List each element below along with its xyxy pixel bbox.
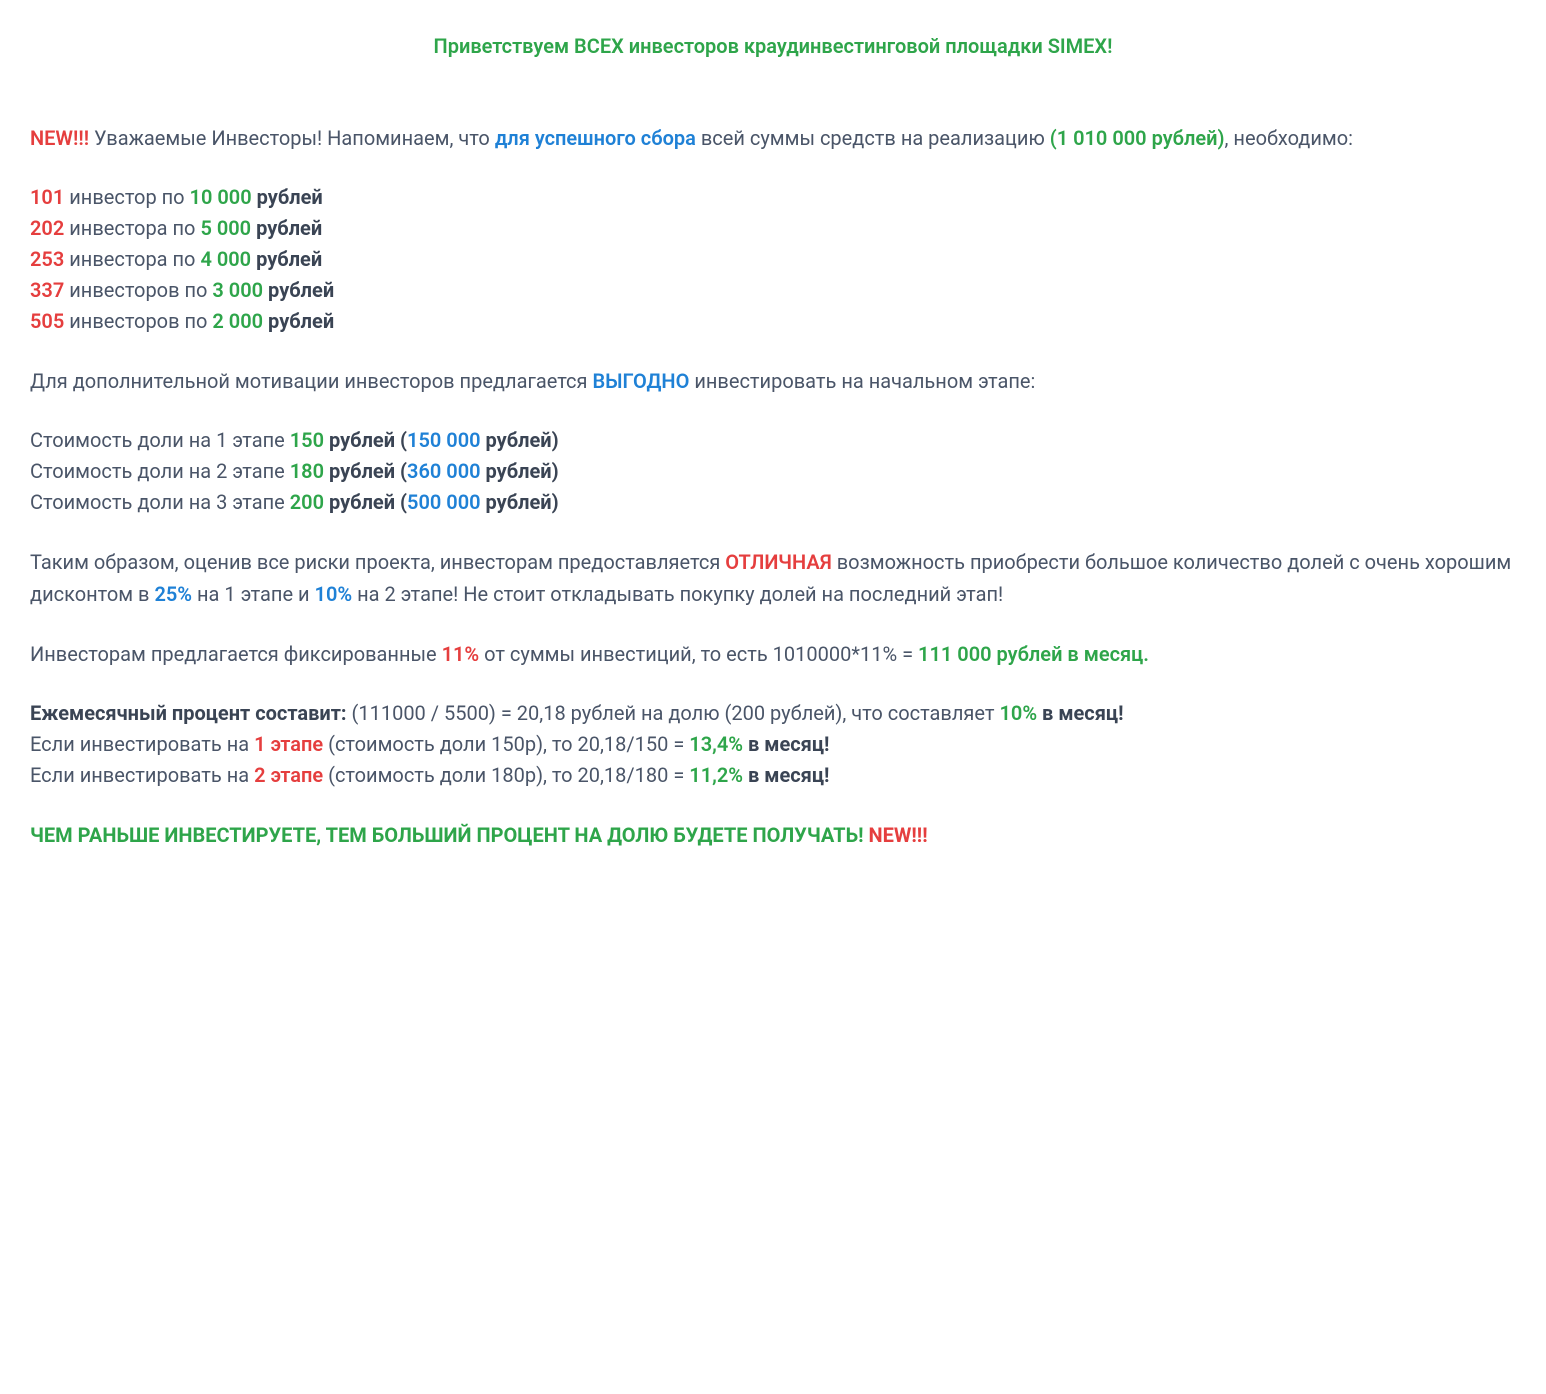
investor-word: инвестор по bbox=[64, 185, 189, 209]
investor-count: 101 bbox=[30, 185, 64, 209]
if2-pct: 11,2% bbox=[689, 763, 743, 787]
stage-row: Стоимость доли на 1 этапе 150 рублей (15… bbox=[30, 425, 1516, 456]
if2-text-2: (стоимость доли 180р), то 20,18/180 = bbox=[323, 763, 689, 787]
investor-amount: 10 000 bbox=[190, 185, 252, 209]
risk-paragraph: Таким образом, оценив все риски проекта,… bbox=[30, 546, 1516, 610]
closing-paragraph: ЧЕМ РАНЬШЕ ИНВЕСТИРУЕТЕ, ТЕМ БОЛЬШИЙ ПРО… bbox=[30, 819, 1516, 851]
risk-pct-2: 10% bbox=[315, 582, 353, 606]
investor-word: инвестора по bbox=[64, 216, 200, 240]
monthly-text-2: в месяц! bbox=[1037, 701, 1123, 725]
stage-cost: 200 bbox=[290, 490, 324, 514]
investor-row: 101 инвестор по 10 000 рублей bbox=[30, 182, 1516, 213]
investor-amount: 2 000 bbox=[212, 309, 263, 333]
stage-row: Стоимость доли на 3 этапе 200 рублей (50… bbox=[30, 487, 1516, 518]
stage-row: Стоимость доли на 2 этапе 180 рублей (36… bbox=[30, 456, 1516, 487]
intro-text-2: всей суммы средств на реализацию bbox=[696, 126, 1050, 150]
calc-block: Ежемесячный процент составит: (111000 / … bbox=[30, 698, 1516, 791]
investor-word: инвесторов по bbox=[64, 278, 212, 302]
if1-stage: 1 этапе bbox=[254, 732, 323, 756]
stage-post: рублей) bbox=[481, 490, 559, 514]
investor-unit: рублей bbox=[251, 247, 322, 271]
investor-row: 337 инвесторов по 3 000 рублей bbox=[30, 275, 1516, 306]
if1-text-3: в месяц! bbox=[743, 732, 829, 756]
risk-text-1: Таким образом, оценив все риски проекта,… bbox=[30, 550, 725, 574]
intro-amount: (1 010 000 рублей) bbox=[1050, 126, 1225, 150]
closing-green: ЧЕМ РАНЬШЕ ИНВЕСТИРУЕТЕ, ТЕМ БОЛЬШИЙ ПРО… bbox=[30, 823, 864, 847]
stage-post: рублей) bbox=[481, 428, 559, 452]
fixed-text-1: Инвесторам предлагается фиксированные bbox=[30, 642, 442, 666]
risk-highlight: ОТЛИЧНАЯ bbox=[725, 550, 832, 574]
new-badge: NEW!!! bbox=[30, 126, 89, 150]
fixed-text-2: от суммы инвестиций, то есть 1010000*11%… bbox=[479, 642, 918, 666]
investor-unit: рублей bbox=[251, 216, 322, 240]
investor-word: инвесторов по bbox=[64, 309, 212, 333]
motivation-highlight: ВЫГОДНО bbox=[592, 369, 689, 393]
fixed-result: 111 000 рублей в месяц. bbox=[918, 642, 1149, 666]
stage-total: 360 000 bbox=[407, 459, 481, 483]
risk-pct-1: 25% bbox=[154, 582, 192, 606]
stage-mid: рублей ( bbox=[324, 459, 407, 483]
closing-new: NEW!!! bbox=[864, 823, 928, 847]
stage-cost: 150 bbox=[290, 428, 324, 452]
investor-amount: 4 000 bbox=[200, 247, 251, 271]
investor-amount: 3 000 bbox=[212, 278, 263, 302]
monthly-label: Ежемесячный процент составит: bbox=[30, 701, 347, 725]
if2-text-3: в месяц! bbox=[743, 763, 829, 787]
stage-total: 500 000 bbox=[407, 490, 481, 514]
risk-text-4: на 2 этапе! Не стоит откладывать покупку… bbox=[352, 582, 1003, 606]
intro-blue: для успешного сбора bbox=[495, 126, 696, 150]
motivation-paragraph: Для дополнительной мотивации инвесторов … bbox=[30, 365, 1516, 397]
stage-post: рублей) bbox=[481, 459, 559, 483]
stage-total: 150 000 bbox=[407, 428, 481, 452]
stage-pre: Стоимость доли на 3 этапе bbox=[30, 490, 290, 514]
motivation-text-2: инвестировать на начальном этапе: bbox=[689, 369, 1035, 393]
monthly-pct: 10% bbox=[999, 701, 1037, 725]
monthly-text-1: (111000 / 5500) = 20,18 рублей на долю (… bbox=[347, 701, 1000, 725]
fixed-pct: 11% bbox=[442, 642, 480, 666]
fixed-paragraph: Инвесторам предлагается фиксированные 11… bbox=[30, 638, 1516, 670]
stage-list: Стоимость доли на 1 этапе 150 рублей (15… bbox=[30, 425, 1516, 518]
investor-list: 101 инвестор по 10 000 рублей 202 инвест… bbox=[30, 182, 1516, 337]
if2-text-1: Если инвестировать на bbox=[30, 763, 254, 787]
investor-count: 253 bbox=[30, 247, 64, 271]
stage-mid: рублей ( bbox=[324, 428, 407, 452]
if1-text-2: (стоимость доли 150р), то 20,18/150 = bbox=[323, 732, 689, 756]
investor-row: 505 инвесторов по 2 000 рублей bbox=[30, 306, 1516, 337]
stage-mid: рублей ( bbox=[324, 490, 407, 514]
investor-unit: рублей bbox=[263, 309, 334, 333]
monthly-line: Ежемесячный процент составит: (111000 / … bbox=[30, 698, 1516, 729]
intro-text-1: Уважаемые Инвесторы! Напоминаем, что bbox=[89, 126, 495, 150]
investor-count: 505 bbox=[30, 309, 64, 333]
if-line-2: Если инвестировать на 2 этапе (стоимость… bbox=[30, 760, 1516, 791]
intro-text-3: , необходимо: bbox=[1225, 126, 1353, 150]
investor-amount: 5 000 bbox=[200, 216, 251, 240]
if2-stage: 2 этапе bbox=[254, 763, 323, 787]
motivation-text-1: Для дополнительной мотивации инвесторов … bbox=[30, 369, 592, 393]
investor-row: 202 инвестора по 5 000 рублей bbox=[30, 213, 1516, 244]
stage-pre: Стоимость доли на 1 этапе bbox=[30, 428, 290, 452]
risk-text-3: на 1 этапе и bbox=[192, 582, 314, 606]
investor-row: 253 инвестора по 4 000 рублей bbox=[30, 244, 1516, 275]
investor-unit: рублей bbox=[252, 185, 323, 209]
investor-count: 202 bbox=[30, 216, 64, 240]
if1-pct: 13,4% bbox=[689, 732, 743, 756]
investor-unit: рублей bbox=[263, 278, 334, 302]
stage-cost: 180 bbox=[290, 459, 324, 483]
if1-text-1: Если инвестировать на bbox=[30, 732, 254, 756]
if-line-1: Если инвестировать на 1 этапе (стоимость… bbox=[30, 729, 1516, 760]
page-title: Приветствуем ВСЕХ инвесторов краудинвест… bbox=[30, 30, 1516, 62]
investor-word: инвестора по bbox=[64, 247, 200, 271]
stage-pre: Стоимость доли на 2 этапе bbox=[30, 459, 290, 483]
investor-count: 337 bbox=[30, 278, 64, 302]
intro-paragraph: NEW!!! Уважаемые Инвесторы! Напоминаем, … bbox=[30, 122, 1516, 154]
